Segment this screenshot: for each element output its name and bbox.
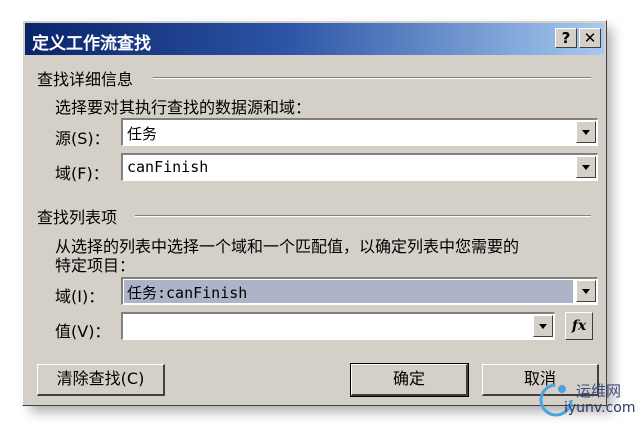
- source-label: 源(S)：: [55, 129, 110, 148]
- ok-button[interactable]: 确定: [350, 363, 469, 397]
- source-combo-value: 任务: [127, 125, 158, 143]
- lookup-dialog: 定义工作流查找 ? ✕ 查找详细信息 选择要对其执行查找的数据源和域： 源(S)…: [22, 20, 607, 406]
- title-bar[interactable]: 定义工作流查找 ? ✕: [25, 23, 604, 55]
- list-field-combo[interactable]: 任务:canFinish: [121, 277, 598, 305]
- details-divider: [153, 77, 591, 79]
- window-title: 定义工作流查找: [32, 34, 151, 54]
- value-combo[interactable]: [121, 312, 555, 340]
- chevron-down-icon[interactable]: [533, 315, 553, 337]
- field-label: 域(F)：: [55, 164, 109, 183]
- source-combo[interactable]: 任务: [121, 118, 598, 146]
- chevron-down-icon[interactable]: [576, 280, 596, 302]
- list-instruction-line2: 特定项目：: [55, 256, 136, 275]
- close-button[interactable]: ✕: [579, 28, 601, 48]
- clear-lookup-button[interactable]: 清除查找(C): [37, 364, 165, 396]
- chevron-down-icon[interactable]: [576, 121, 596, 143]
- details-section-title: 查找详细信息: [37, 70, 134, 89]
- list-divider: [135, 215, 591, 217]
- help-button[interactable]: ?: [555, 28, 577, 48]
- field-combo-value: canFinish: [127, 158, 209, 176]
- list-section-title: 查找列表项: [37, 208, 118, 227]
- details-instruction: 选择要对其执行查找的数据源和域：: [55, 98, 312, 117]
- formula-button[interactable]: fx: [565, 312, 593, 340]
- value-label: 值(V)：: [55, 322, 111, 341]
- watermark-text: 运维网: [576, 382, 622, 400]
- chevron-down-icon[interactable]: [576, 156, 596, 178]
- list-field-combo-value: 任务:canFinish: [127, 284, 248, 302]
- watermark-url: iyunv.com: [564, 400, 636, 416]
- site-watermark: 运维网 iyunv.com: [536, 378, 635, 422]
- field-combo[interactable]: canFinish: [121, 153, 598, 181]
- list-field-label: 域(I)：: [55, 287, 105, 306]
